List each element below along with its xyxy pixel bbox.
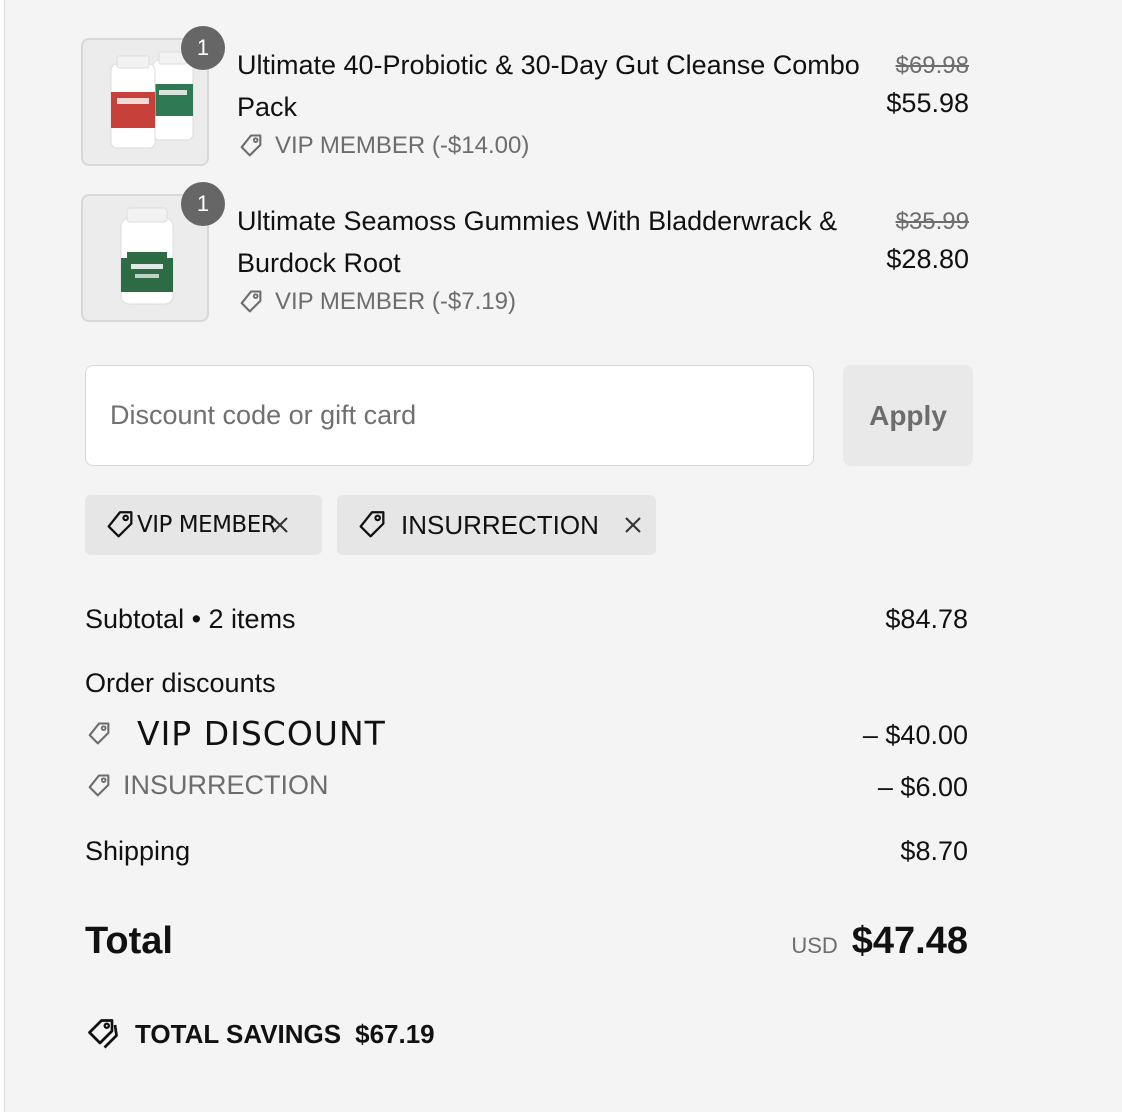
order-summary-panel: 1 Ultimate 40-Probiotic & 30-Day Gut Cle… xyxy=(4,0,1122,1112)
order-discount-line: INSURRECTION xyxy=(85,770,329,801)
order-discount-label: VIP DISCOUNT xyxy=(137,714,386,753)
apply-button[interactable]: Apply xyxy=(843,365,973,466)
total-savings: TOTAL SAVINGS $67.19 xyxy=(85,1016,435,1052)
order-discount-value: – $40.00 xyxy=(862,720,968,750)
quantity-badge: 1 xyxy=(181,26,225,70)
shipping-value: $8.70 xyxy=(900,836,968,866)
quantity-badge: 1 xyxy=(181,182,225,226)
tag-icon xyxy=(107,511,133,538)
subtotal-value: $84.78 xyxy=(885,604,968,634)
item-discount: VIP MEMBER (-$7.19) xyxy=(237,288,516,316)
product-title: Ultimate 40-Probiotic & 30-Day Gut Clean… xyxy=(237,50,860,122)
remove-code-icon[interactable] xyxy=(266,511,294,539)
original-price: $69.98 xyxy=(895,52,969,79)
order-discount-value: – $6.00 xyxy=(877,772,968,802)
line-item: 1 Ultimate Seamoss Gummies With Bladderw… xyxy=(81,182,969,334)
subtotal-label: Subtotal • 2 items xyxy=(85,604,296,634)
item-discount-label: VIP MEMBER (-$14.00) xyxy=(275,132,530,159)
product-thumbnail: 1 xyxy=(81,182,225,322)
order-discounts-label: Order discounts xyxy=(85,668,276,698)
total-savings-value: $67.19 xyxy=(355,1018,435,1049)
tag-icon xyxy=(240,134,262,157)
product-title: Ultimate Seamoss Gummies With Bladderwra… xyxy=(237,206,838,278)
savings-tag-icon xyxy=(88,1019,118,1049)
total-savings-label: TOTAL SAVINGS xyxy=(135,1018,342,1049)
tag-icon xyxy=(88,721,110,744)
item-discount-label: VIP MEMBER (-$7.19) xyxy=(275,288,516,315)
tag-icon xyxy=(240,290,262,313)
item-discount: VIP MEMBER (-$14.00) xyxy=(237,132,529,160)
currency-code: USD xyxy=(791,933,838,958)
total-amount: $47.48 xyxy=(851,920,968,962)
applied-code-chip: INSURRECTION xyxy=(337,495,656,555)
applied-code-label: INSURRECTION xyxy=(401,509,599,540)
shipping-label: Shipping xyxy=(85,836,191,866)
tag-icon xyxy=(88,773,110,796)
order-discount-label: INSURRECTION xyxy=(123,770,329,800)
total-amount-group: USD $47.48 xyxy=(791,920,968,963)
original-price: $35.99 xyxy=(895,208,969,235)
remove-code-icon[interactable] xyxy=(619,511,647,539)
discount-code-input[interactable] xyxy=(85,365,814,466)
applied-code-chip: VIP MEMBER xyxy=(85,495,322,555)
final-price: $28.80 xyxy=(886,244,969,274)
applied-code-label: VIP MEMBER xyxy=(137,512,277,538)
final-price: $55.98 xyxy=(886,88,969,118)
total-label: Total xyxy=(85,920,173,962)
order-discount-line: VIP DISCOUNT xyxy=(85,714,386,753)
product-thumbnail: 1 xyxy=(81,26,225,166)
line-item: 1 Ultimate 40-Probiotic & 30-Day Gut Cle… xyxy=(81,26,969,178)
tag-icon xyxy=(359,511,385,538)
